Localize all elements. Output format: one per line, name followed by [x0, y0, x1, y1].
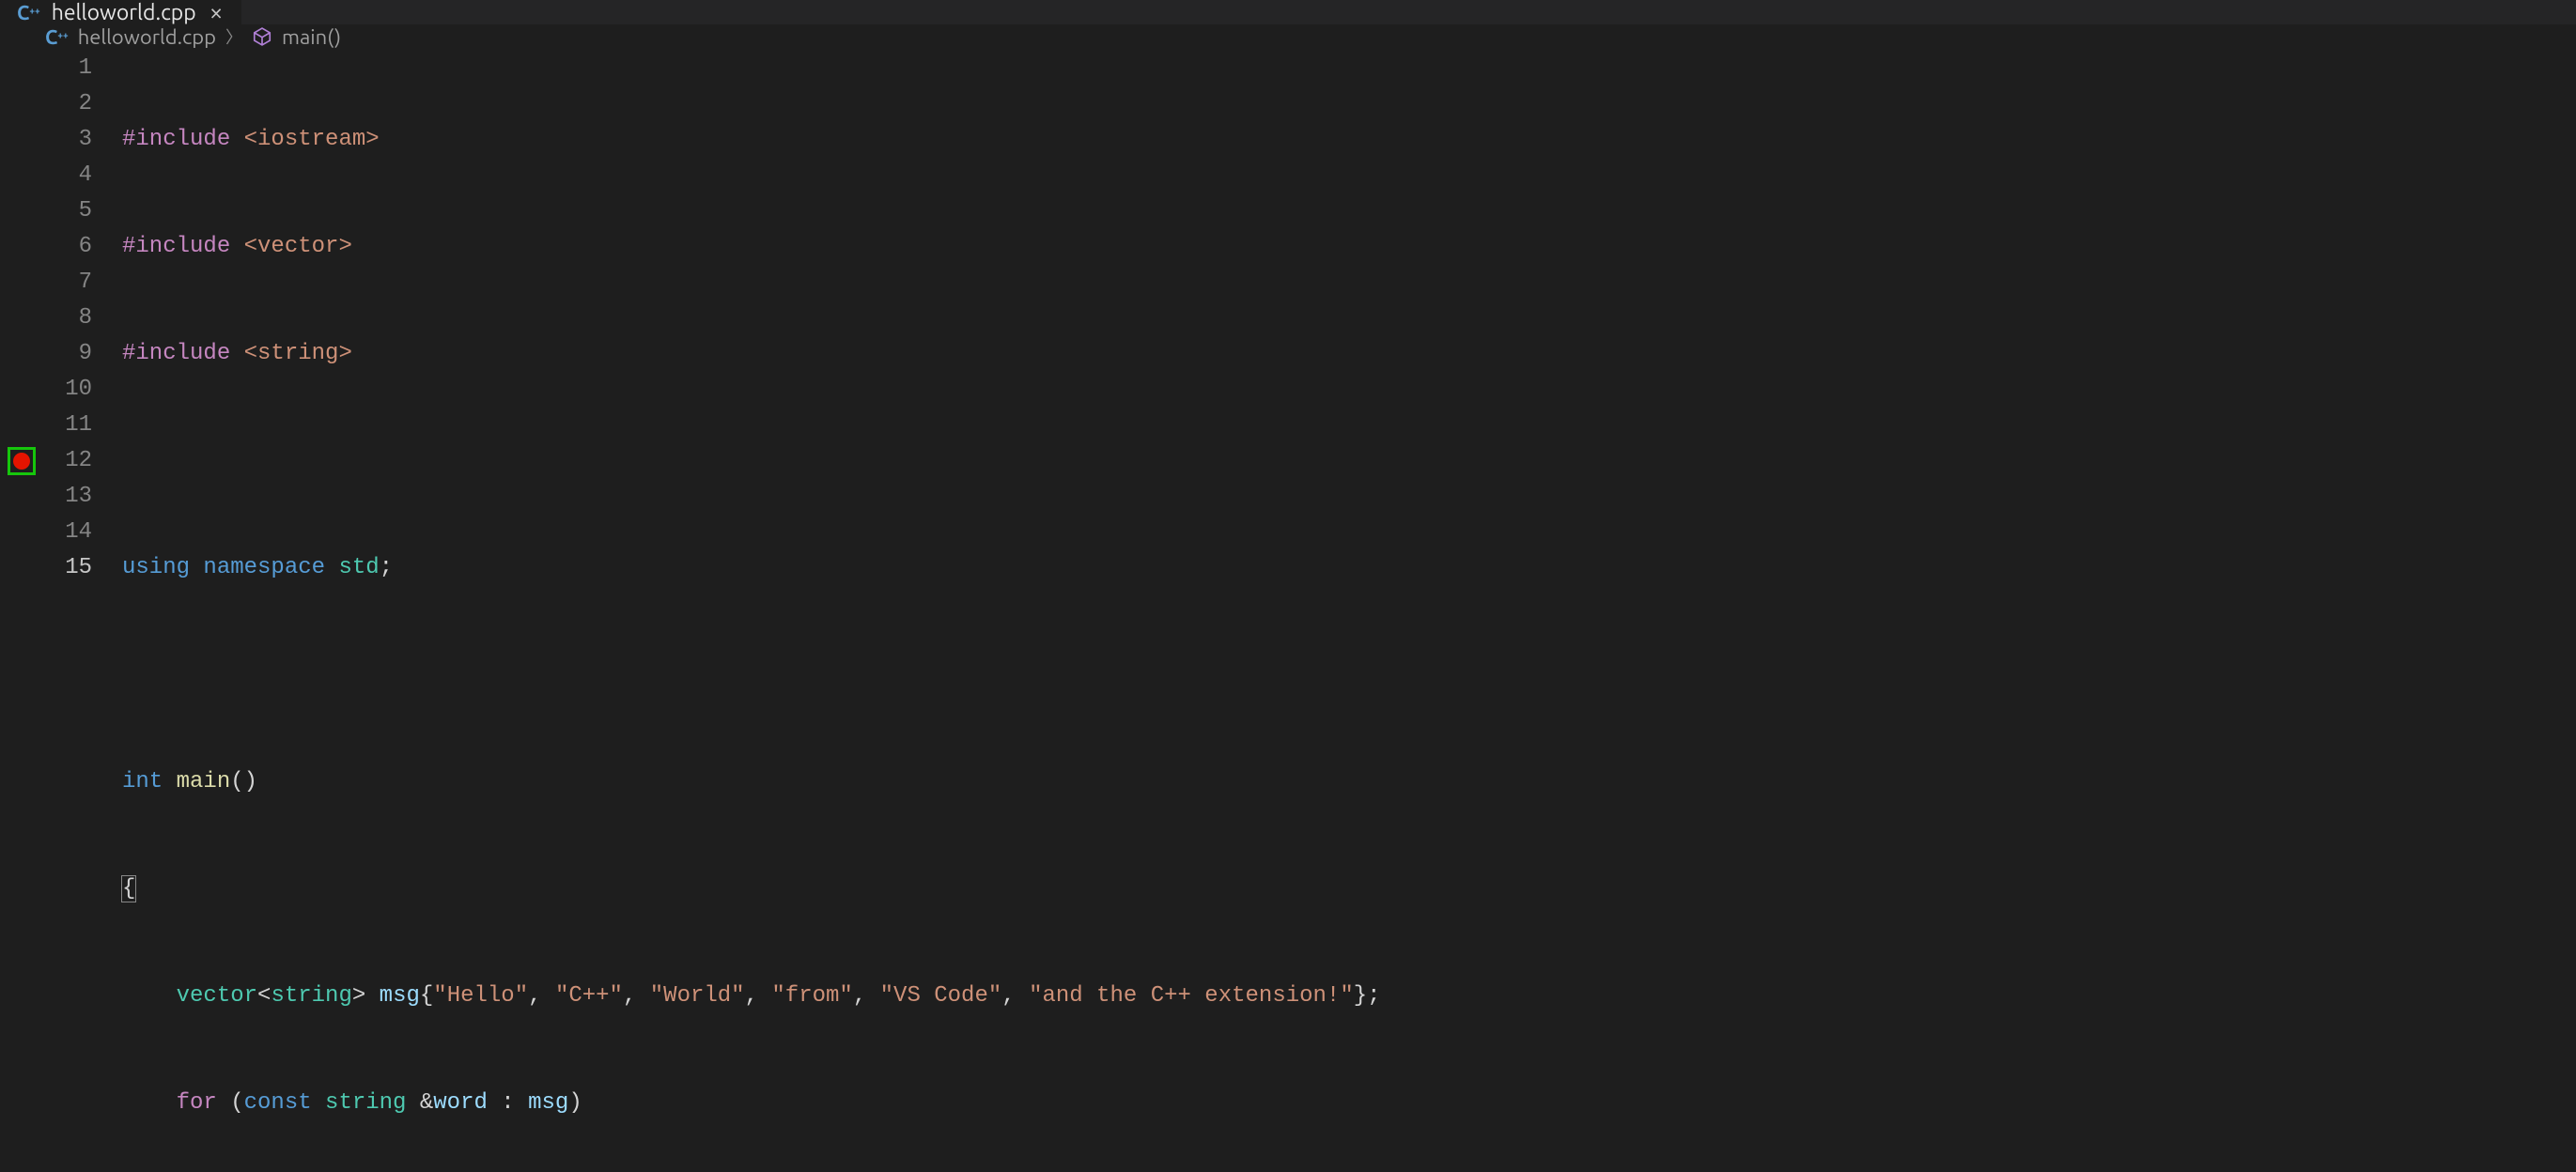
close-icon[interactable]: × — [208, 0, 225, 24]
breadcrumb-symbol: main() — [282, 25, 341, 49]
line-number[interactable]: 3 — [0, 122, 122, 158]
tab-bar: C helloworld.cpp × — [0, 0, 2576, 24]
line-number[interactable]: 10 — [0, 372, 122, 408]
line-number[interactable]: 14 — [0, 515, 122, 550]
gutter[interactable]: 1 2 3 4 5 6 7 8 9 10 11 12 13 14 15 — [0, 51, 122, 1172]
tab-helloworld[interactable]: C helloworld.cpp × — [0, 0, 242, 24]
chevron-right-icon: 〉 — [225, 24, 242, 49]
line-number[interactable]: 5 — [0, 193, 122, 229]
cpp-file-icon: C — [17, 1, 40, 23]
line-number[interactable]: 7 — [0, 265, 122, 301]
code-editor: C helloworld.cpp × C helloworld.cpp 〉 ma… — [0, 0, 2576, 1172]
line-number[interactable]: 13 — [0, 479, 122, 515]
line-number[interactable]: 11 — [0, 408, 122, 443]
line-number[interactable]: 6 — [0, 229, 122, 265]
line-number[interactable]: 2 — [0, 86, 122, 122]
breadcrumb[interactable]: C helloworld.cpp 〉 main() — [0, 24, 2576, 49]
line-number[interactable]: 1 — [0, 51, 122, 86]
line-number[interactable]: 12 — [0, 443, 122, 479]
breadcrumb-file: helloworld.cpp — [78, 25, 216, 49]
line-number[interactable]: 15 — [0, 550, 122, 586]
line-number[interactable]: 8 — [0, 301, 122, 336]
tab-filename: helloworld.cpp — [52, 1, 196, 24]
code-content[interactable]: #include <iostream> #include <vector> #i… — [122, 51, 2576, 1172]
line-number[interactable]: 9 — [0, 336, 122, 372]
line-number[interactable]: 4 — [0, 158, 122, 193]
code-area[interactable]: 1 2 3 4 5 6 7 8 9 10 11 12 13 14 15 #inc… — [0, 49, 2576, 1172]
cpp-file-icon: C — [45, 25, 69, 48]
breakpoint-icon[interactable] — [8, 447, 36, 475]
symbol-method-icon — [252, 26, 272, 47]
